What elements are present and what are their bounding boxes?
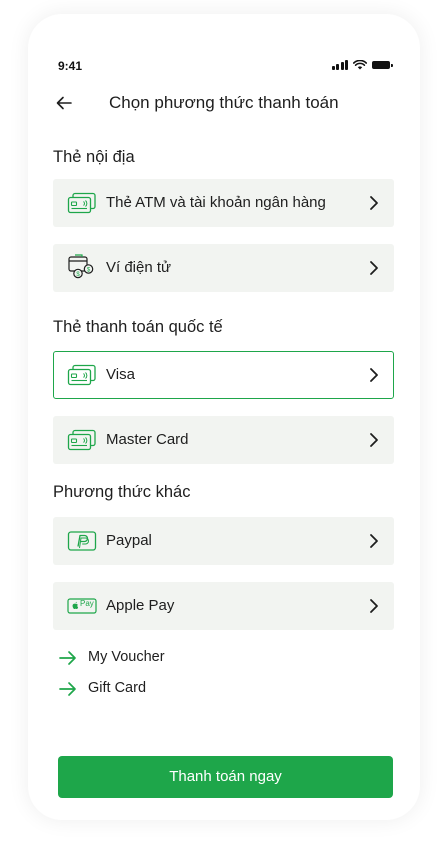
credit-card-icon <box>67 364 96 386</box>
method-label: Thẻ ATM và tài khoản ngân hàng <box>106 194 326 211</box>
method-atm[interactable]: Thẻ ATM và tài khoản ngân hàng <box>53 179 394 227</box>
link-label: My Voucher <box>88 649 165 665</box>
chevron-right-icon <box>370 368 378 382</box>
arrow-right-icon <box>59 651 76 665</box>
arrow-left-icon[interactable] <box>53 92 75 114</box>
apple-pay-badge-text: Pay <box>80 599 94 608</box>
method-mastercard[interactable]: Master Card <box>53 416 394 464</box>
section-title-international: Thẻ thanh toán quốc tế <box>53 318 223 336</box>
arrow-right-icon <box>59 682 76 696</box>
page-title: Chọn phương thức thanh toán <box>109 93 339 112</box>
method-label: Apple Pay <box>106 597 175 614</box>
wifi-icon <box>353 60 367 70</box>
section-title-domestic: Thẻ nội địa <box>53 148 135 166</box>
chevron-right-icon <box>370 599 378 613</box>
battery-icon <box>372 61 393 69</box>
method-ewallet[interactable]: $ $ Ví điện tử <box>53 244 394 292</box>
wallet-icon: $ $ <box>68 254 94 279</box>
method-label: Ví điện tử <box>106 259 172 276</box>
section-title-other: Phương thức khác <box>53 483 191 501</box>
pay-now-button[interactable]: Thanh toán ngay <box>58 756 393 798</box>
signal-icon <box>331 60 348 70</box>
chevron-right-icon <box>370 196 378 210</box>
status-icons <box>331 60 393 70</box>
status-bar: 9:41 <box>58 59 393 75</box>
chevron-right-icon <box>370 534 378 548</box>
header: Chọn phương thức thanh toán <box>53 88 393 118</box>
credit-card-icon <box>67 429 96 451</box>
method-applepay[interactable]: Pay Apple Pay <box>53 582 394 630</box>
method-visa[interactable]: Visa <box>53 351 394 399</box>
method-label: Master Card <box>106 431 189 448</box>
method-label: Visa <box>106 366 135 383</box>
credit-card-icon <box>67 192 96 214</box>
status-time: 9:41 <box>58 59 83 73</box>
chevron-right-icon <box>370 433 378 447</box>
paypal-icon <box>67 531 97 551</box>
chevron-right-icon <box>370 261 378 275</box>
method-label: Paypal <box>106 532 152 549</box>
method-paypal[interactable]: Paypal <box>53 517 394 565</box>
link-label: Gift Card <box>88 680 147 696</box>
